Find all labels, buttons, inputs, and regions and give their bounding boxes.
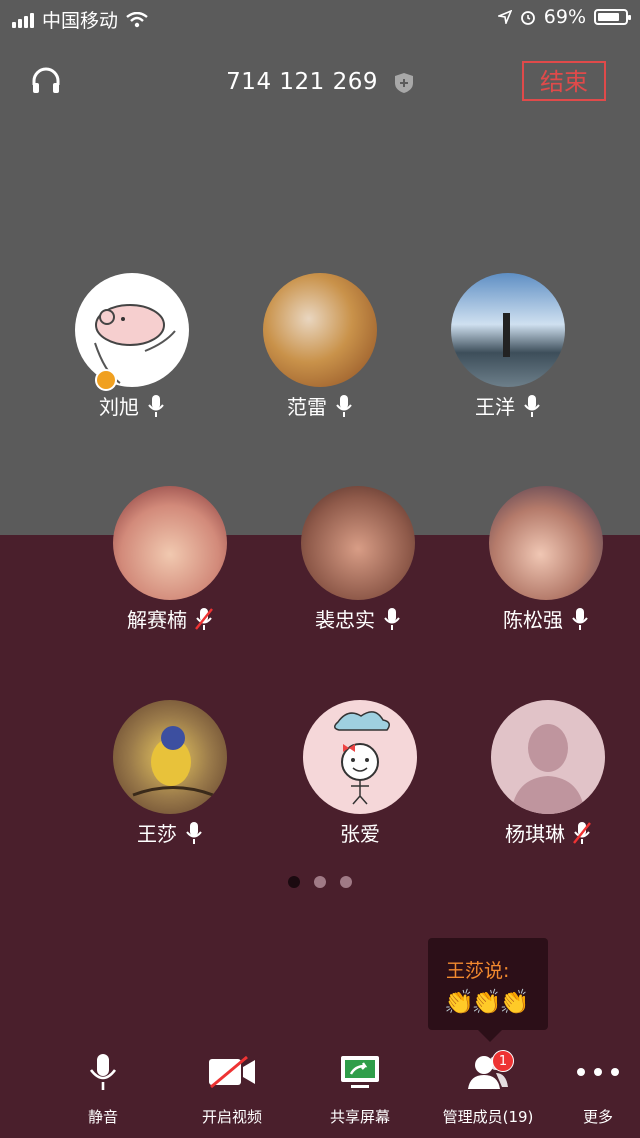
carrier-label: 中国移动 bbox=[42, 10, 119, 32]
participant-name: 王莎 bbox=[137, 822, 177, 846]
mic-icon bbox=[572, 607, 588, 630]
video-label: 开启视频 bbox=[201, 1108, 262, 1126]
avatar bbox=[303, 700, 417, 814]
default-avatar-icon bbox=[511, 724, 585, 814]
participant-name: 裴忠实 bbox=[315, 608, 375, 632]
page-dot[interactable] bbox=[340, 876, 352, 888]
location-icon bbox=[497, 10, 512, 24]
mic-icon bbox=[186, 821, 202, 844]
avatar bbox=[301, 486, 415, 600]
alarm-icon bbox=[520, 11, 535, 25]
participant-name: 解赛楠 bbox=[127, 608, 187, 632]
page-dot[interactable] bbox=[314, 876, 326, 888]
battery-icon bbox=[594, 9, 631, 25]
mic-muted-icon bbox=[573, 821, 591, 844]
page-indicator[interactable] bbox=[0, 876, 640, 888]
participant-name: 张爱 bbox=[340, 822, 380, 846]
more-label: 更多 bbox=[582, 1108, 613, 1126]
mic-icon bbox=[148, 394, 164, 417]
avatar bbox=[489, 486, 603, 600]
mute-label: 静音 bbox=[87, 1108, 118, 1126]
members-label: 管理成员(19) bbox=[442, 1108, 534, 1126]
mic-icon bbox=[524, 394, 540, 417]
video-off-icon bbox=[209, 1055, 255, 1089]
signal-icon bbox=[12, 12, 34, 28]
wifi-icon bbox=[126, 11, 148, 27]
share-screen-icon bbox=[341, 1056, 379, 1088]
avatar bbox=[113, 700, 227, 814]
pig-drawing bbox=[94, 304, 176, 384]
page-dot[interactable] bbox=[288, 876, 300, 888]
mute-button[interactable]: 静音 bbox=[43, 1050, 163, 1127]
participant-tile[interactable]: 范雷 bbox=[235, 273, 405, 420]
participant-name: 杨琪琳 bbox=[505, 822, 565, 846]
participant-tile[interactable]: 解赛楠 bbox=[85, 486, 255, 633]
mic-muted-icon bbox=[195, 607, 213, 630]
avatar bbox=[75, 273, 189, 387]
bird-drawing bbox=[132, 726, 214, 797]
chat-message: 👏👏👏 bbox=[444, 988, 530, 1016]
end-meeting-button[interactable]: 结束 bbox=[522, 61, 606, 101]
meeting-id-text: 714 121 269 bbox=[226, 69, 378, 95]
participant-name: 范雷 bbox=[287, 395, 327, 419]
participant-name: 王洋 bbox=[475, 395, 515, 419]
chat-sender: 王莎说: bbox=[446, 960, 510, 982]
mic-icon bbox=[384, 607, 400, 630]
chat-popup[interactable]: 王莎说: 👏👏👏 bbox=[428, 938, 548, 1042]
share-screen-button[interactable]: 共享屏幕 bbox=[300, 1050, 420, 1127]
share-label: 共享屏幕 bbox=[329, 1108, 390, 1126]
participant-tile[interactable]: 陈松强 bbox=[461, 486, 631, 633]
participant-tile[interactable]: 杨琪琳 bbox=[463, 700, 633, 847]
more-icon bbox=[577, 1068, 619, 1076]
shield-icon bbox=[394, 72, 413, 93]
bottom-toolbar: 静音 开启视频 共享屏幕 1 管理成员(19) 更多 bbox=[0, 1050, 640, 1138]
participant-tile[interactable]: 王莎 bbox=[85, 700, 255, 847]
manage-members-button[interactable]: 1 管理成员(19) bbox=[428, 1050, 548, 1127]
participant-tile[interactable]: 刘旭 bbox=[47, 273, 217, 420]
host-icon bbox=[95, 369, 117, 391]
participant-tile[interactable]: 张爱 bbox=[275, 700, 445, 847]
more-button[interactable]: 更多 bbox=[556, 1050, 640, 1127]
battery-percent: 69% bbox=[543, 6, 586, 28]
participant-tile[interactable]: 裴忠实 bbox=[273, 486, 443, 633]
cartoon-girl-drawing bbox=[334, 711, 390, 805]
microphone-icon bbox=[89, 1054, 117, 1090]
status-bar: 中国移动 69% bbox=[0, 0, 640, 34]
avatar bbox=[263, 273, 377, 387]
mic-icon bbox=[336, 394, 352, 417]
avatar bbox=[451, 273, 565, 387]
participant-name: 刘旭 bbox=[99, 395, 139, 419]
avatar bbox=[491, 700, 605, 814]
participant-name: 陈松强 bbox=[503, 608, 563, 632]
meeting-header: 714 121 269 结束 bbox=[0, 55, 640, 111]
members-badge: 1 bbox=[492, 1050, 514, 1072]
avatar bbox=[113, 486, 227, 600]
participant-tile[interactable]: 王洋 bbox=[423, 273, 593, 420]
start-video-button[interactable]: 开启视频 bbox=[172, 1050, 292, 1127]
